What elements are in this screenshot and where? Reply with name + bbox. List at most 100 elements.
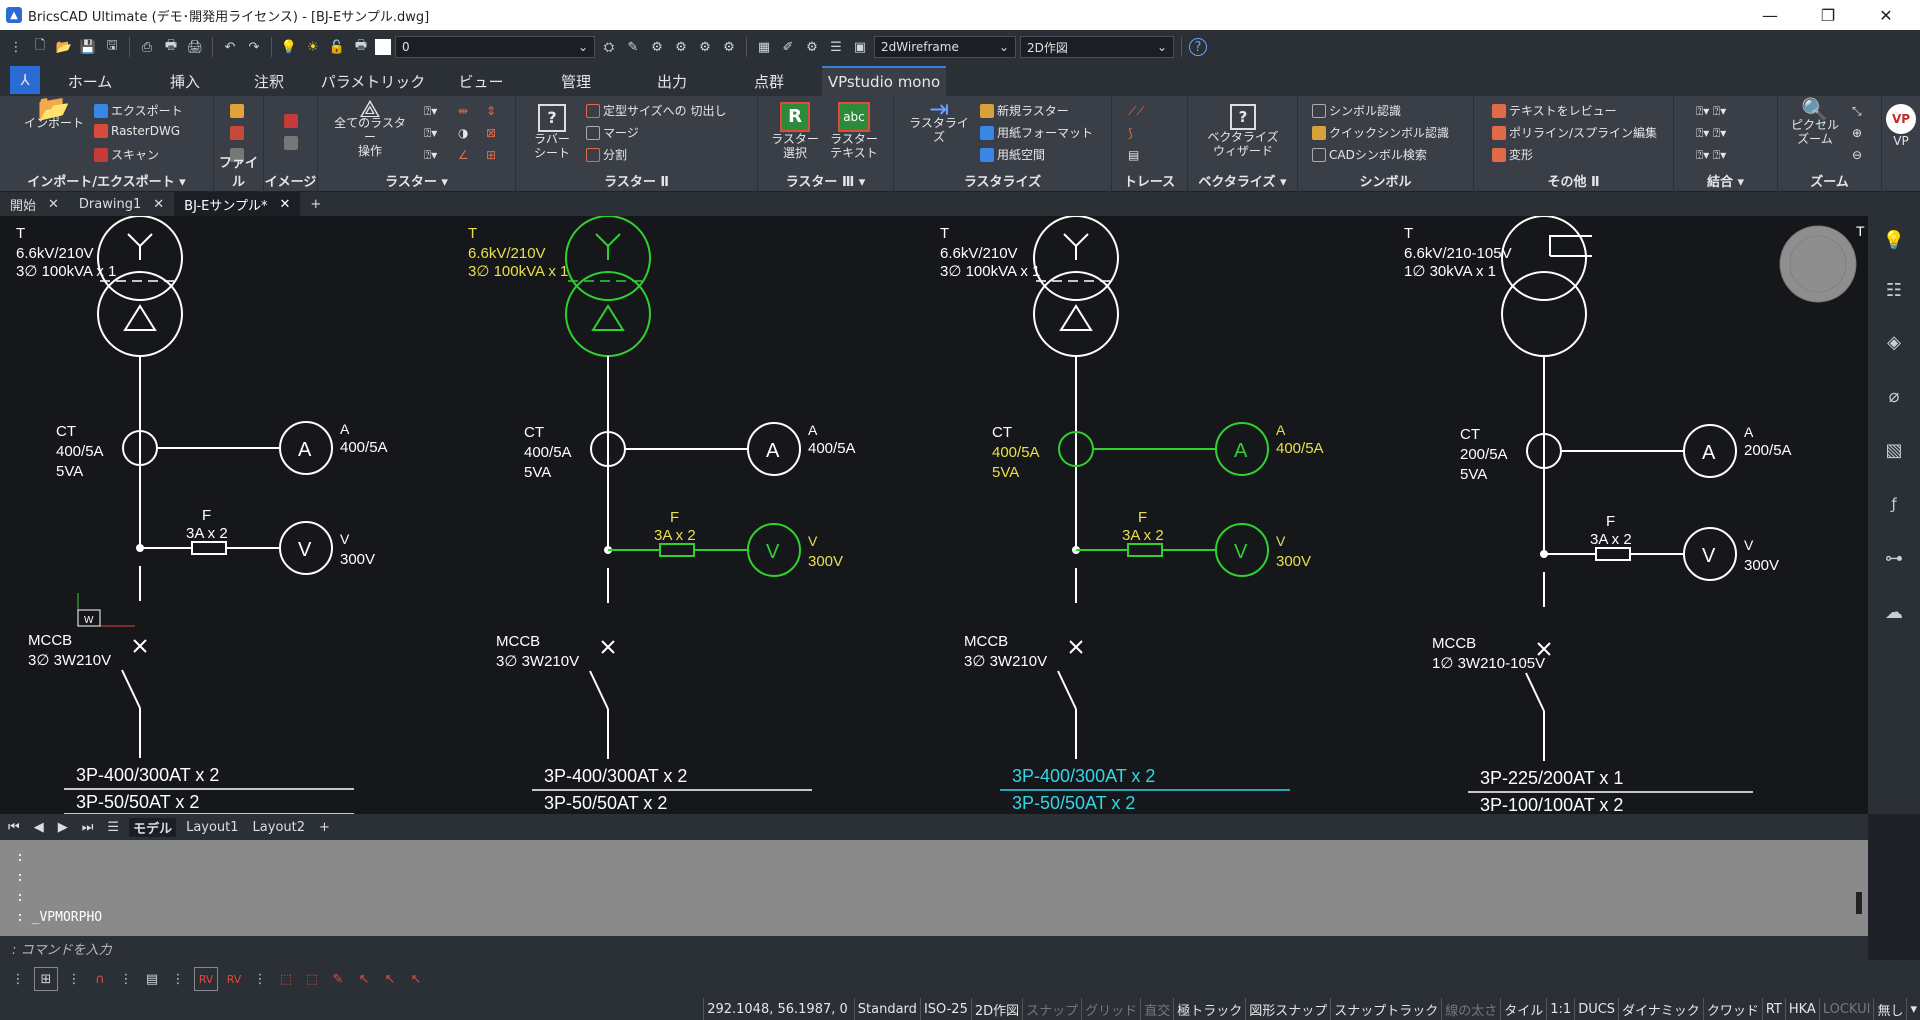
pointer-icon[interactable]: ↖	[354, 969, 374, 989]
pencil-icon[interactable]: ✎	[328, 969, 348, 989]
layer-state-icon[interactable]: ⚙	[671, 37, 691, 57]
raster-tool-9[interactable]: ⊞	[486, 148, 496, 162]
close-button[interactable]: ✕	[1858, 0, 1914, 30]
doc-tab-start[interactable]: 開始 ✕	[0, 192, 69, 216]
new-tab-button[interactable]: +	[300, 192, 331, 216]
panel-title[interactable]: インポート/エクスポート ▾	[0, 171, 213, 190]
status-menu-icon[interactable]: ▾	[1906, 998, 1920, 1020]
layout-tab-layout2[interactable]: Layout2	[249, 820, 309, 835]
command-history[interactable]: : : : : _VPMORPHO	[0, 840, 1868, 936]
snap-grid-icon[interactable]: ⊞	[34, 967, 58, 991]
next-layout-icon[interactable]: ▶	[54, 820, 72, 835]
prev-layout-icon[interactable]: ◀	[30, 820, 48, 835]
layer-select[interactable]: 0 ⌄	[395, 36, 595, 58]
panel-title[interactable]: ラスター Ⅲ ▾	[758, 171, 893, 190]
match-props-icon[interactable]: ✐	[778, 37, 798, 57]
sliders-icon[interactable]: ☷	[1882, 278, 1906, 302]
raster-tool-8[interactable]: ⊠	[486, 126, 496, 140]
hatch-icon[interactable]: ▧	[1882, 438, 1906, 462]
trace-tool-3[interactable]: ▤	[1128, 148, 1139, 162]
panel-title[interactable]: 結合 ▾	[1674, 171, 1777, 190]
add-layout-icon[interactable]: +	[315, 820, 334, 835]
status-toggle[interactable]: グリッド	[1081, 998, 1140, 1020]
rv-icon[interactable]: RV	[194, 967, 218, 991]
image-select-button[interactable]	[284, 114, 298, 128]
layer-color-swatch[interactable]	[375, 39, 391, 55]
tab-view[interactable]: ビュー	[438, 66, 524, 96]
new-raster-button[interactable]: 新規ラスター	[980, 102, 1069, 119]
list-icon[interactable]: ☰	[826, 37, 846, 57]
layer-walk-icon[interactable]: ⚙	[695, 37, 715, 57]
tab-insert[interactable]: 挿入	[140, 66, 230, 96]
deform-button[interactable]: 変形	[1492, 146, 1533, 163]
status-toggle[interactable]: 極トラック	[1173, 998, 1245, 1020]
rasterdwg-button[interactable]: RasterDWG	[94, 124, 180, 138]
visual-style-select[interactable]: 2dWireframe ⌄	[874, 36, 1016, 58]
text-review-button[interactable]: テキストをレビュー	[1492, 102, 1617, 119]
rubber-sheet-button[interactable]: ? ラバー シート	[530, 104, 574, 160]
redo-icon[interactable]: ↷	[244, 37, 264, 57]
drawing-canvas[interactable]: T 6.6kV/210V 3∅ 100kVA x 1 CT 400/5A 5VA A A 400…	[0, 216, 1868, 814]
doc-tab-drawing1[interactable]: Drawing1 ✕	[69, 192, 174, 216]
magnet-icon[interactable]: ∩	[90, 969, 110, 989]
save-as-icon[interactable]: 🖫	[102, 37, 122, 57]
raster-tool-5[interactable]: ◑	[458, 126, 468, 140]
paper-space-button[interactable]: 用紙空間	[980, 146, 1045, 163]
raster-tool-1[interactable]: ⍰▾	[424, 104, 437, 119]
combine-tool-1[interactable]: ⍰▾ ⍰▾	[1696, 104, 1726, 119]
status-toggle[interactable]: スナップ	[1022, 998, 1081, 1020]
close-icon[interactable]: ✕	[279, 197, 290, 212]
raster-tool-4[interactable]: ⇹	[458, 104, 468, 118]
layer-match-icon[interactable]: ⛭	[599, 37, 619, 57]
layout-tab-model[interactable]: モデル	[129, 817, 177, 837]
status-toggle[interactable]: タイル	[1500, 998, 1546, 1020]
print-preview-icon[interactable]: ⎙	[137, 37, 157, 57]
cloud-upload-icon[interactable]: ☁	[1882, 600, 1906, 624]
pointer-remove-icon[interactable]: ↖	[406, 969, 426, 989]
tool-palette-icon[interactable]: ▤	[142, 969, 162, 989]
layer-freeze-icon[interactable]: ☀	[303, 37, 323, 57]
status-toggle[interactable]: 1:1	[1546, 998, 1574, 1020]
tab-output[interactable]: 出力	[628, 66, 716, 96]
raster-text-button[interactable]: abc ラスター テキスト	[824, 102, 884, 160]
open-file-icon[interactable]: 📂	[54, 37, 74, 57]
combine-tool-2[interactable]: ⍰▾ ⍰▾	[1696, 126, 1726, 141]
tree-icon[interactable]: ⊶	[1882, 546, 1906, 570]
viewport-icon[interactable]: ▣	[850, 37, 870, 57]
help-icon[interactable]: ?	[1189, 38, 1207, 56]
status-toggle[interactable]: クワッド	[1702, 998, 1762, 1020]
function-icon[interactable]: ƒ	[1882, 492, 1906, 516]
poly-edit-button[interactable]: ポリライン/スプライン編集	[1492, 124, 1657, 141]
tab-manage[interactable]: 管理	[524, 66, 628, 96]
status-toggle[interactable]: Standard	[853, 998, 920, 1020]
raster-tool-7[interactable]: ⇕	[486, 104, 496, 118]
merge-button[interactable]: マージ	[586, 124, 639, 141]
close-icon[interactable]: ✕	[153, 197, 164, 212]
tab-annotate[interactable]: 注釈	[230, 66, 308, 96]
vectorize-wizard-button[interactable]: ? ベクタライズ ウィザード	[1198, 104, 1288, 158]
layer-previous-icon[interactable]: ✎	[623, 37, 643, 57]
layer-on-icon[interactable]: 💡	[279, 37, 299, 57]
properties-icon[interactable]: ▦	[754, 37, 774, 57]
paper-format-button[interactable]: 用紙フォーマット	[980, 124, 1093, 141]
raster-tool-2[interactable]: ⍰▾	[424, 126, 437, 141]
raster-select-button[interactable]: R ラスター 選択	[768, 102, 822, 160]
status-toggle[interactable]: 直交	[1140, 998, 1173, 1020]
attachment-icon[interactable]: ⌀	[1882, 384, 1906, 408]
status-toggle[interactable]: ダイナミック	[1618, 998, 1703, 1020]
layer-print-icon[interactable]: 🖶	[351, 37, 371, 57]
layers-icon[interactable]: ◈	[1882, 330, 1906, 354]
status-toggle[interactable]: RT	[1761, 998, 1785, 1020]
pixel-zoom-button[interactable]: 🔍 ピクセル ズーム	[1780, 100, 1850, 147]
zoom-tool-2[interactable]: ⊕	[1852, 126, 1862, 140]
trace-tool-2[interactable]: ⟆	[1128, 126, 1133, 140]
layout-list-icon[interactable]: ☰	[103, 820, 123, 835]
file-open-button[interactable]	[230, 104, 244, 118]
save-icon[interactable]: 💾	[78, 37, 98, 57]
status-toggle[interactable]: 線の太さ	[1441, 998, 1500, 1020]
print-icon[interactable]: 🖶	[161, 37, 181, 57]
history-scrollbar[interactable]	[1856, 892, 1862, 914]
lightbulb-icon[interactable]: 💡	[1882, 228, 1906, 252]
combine-tool-3[interactable]: ⍰▾ ⍰▾	[1696, 148, 1726, 163]
layer-manager-icon[interactable]: ⚙	[719, 37, 739, 57]
